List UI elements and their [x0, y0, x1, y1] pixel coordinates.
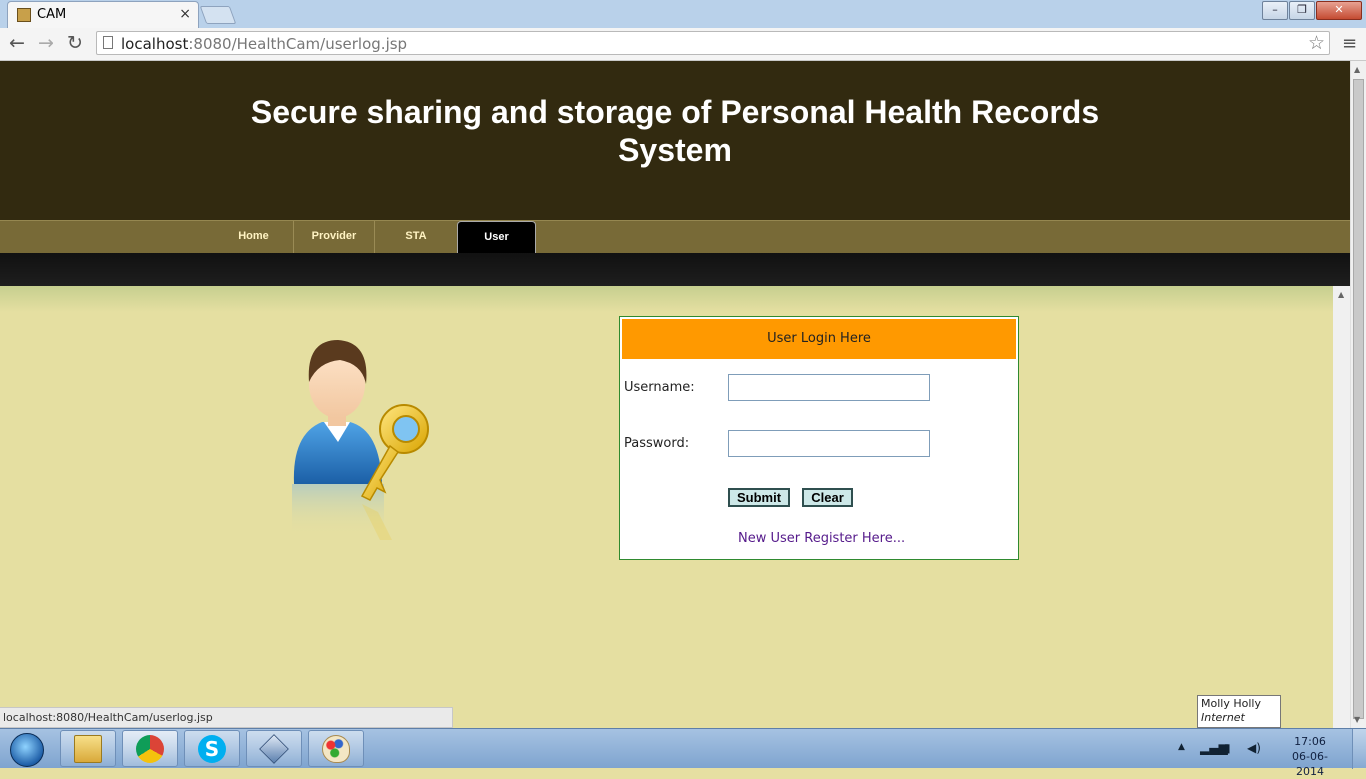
taskbar-skype[interactable]: S — [184, 730, 240, 767]
tooltip-network-name: Molly Holly — [1201, 697, 1261, 710]
url-text: localhost:8080/HealthCam/userlog.jsp — [121, 35, 407, 53]
taskbar-virtualbox[interactable] — [246, 730, 302, 767]
url-path: :8080/HealthCam/userlog.jsp — [188, 35, 408, 53]
maximize-button[interactable]: ❐ — [1289, 1, 1315, 20]
tab-close-icon[interactable]: × — [179, 6, 191, 22]
nav-sta[interactable]: STA — [375, 221, 457, 253]
browser-tab[interactable]: CAM × — [7, 1, 199, 29]
username-label: Username: — [624, 380, 695, 395]
scroll-up-icon[interactable]: ▲ — [1354, 65, 1360, 74]
nav-home[interactable]: Home — [214, 221, 294, 253]
power-icon[interactable]: ▮ — [1224, 741, 1231, 755]
browser-scrollbar[interactable]: ▲ ▼ — [1350, 61, 1366, 728]
scroll-down-icon[interactable]: ▼ — [1354, 715, 1360, 724]
password-label: Password: — [624, 436, 690, 451]
favicon-icon — [17, 8, 31, 22]
address-bar[interactable]: localhost:8080/HealthCam/userlog.jsp ☆ — [96, 31, 1330, 55]
status-bar: localhost:8080/HealthCam/userlog.jsp — [0, 707, 453, 728]
new-tab-button[interactable] — [199, 6, 237, 24]
chrome-icon — [136, 735, 164, 763]
network-tooltip: Molly Holly Internet access — [1197, 695, 1281, 738]
system-clock[interactable]: 17:06 06-06-2014 — [1282, 734, 1338, 779]
taskbar-explorer[interactable] — [60, 730, 116, 767]
browser-toolbar: ← → ↻ localhost:8080/HealthCam/userlog.j… — [0, 28, 1366, 61]
scrollbar-thumb[interactable] — [1353, 79, 1364, 719]
back-arrow-icon[interactable]: ← — [6, 32, 28, 54]
volume-icon[interactable]: ◀) — [1247, 741, 1261, 755]
skype-icon: S — [198, 735, 226, 763]
submit-button[interactable]: Submit — [728, 488, 790, 507]
windows-logo-icon — [10, 733, 44, 767]
minimize-button[interactable]: – — [1262, 1, 1288, 20]
chrome-menu-icon[interactable]: ≡ — [1342, 33, 1357, 54]
frame-scroll-up-icon[interactable]: ▲ — [1338, 290, 1344, 299]
nav-provider[interactable]: Provider — [294, 221, 375, 253]
browser-titlebar: CAM × – ❐ ✕ — [0, 0, 1366, 29]
close-window-button[interactable]: ✕ — [1316, 1, 1362, 20]
login-heading: User Login Here — [622, 319, 1016, 359]
page-title: Secure sharing and storage of Personal H… — [0, 93, 1350, 169]
password-input[interactable] — [728, 430, 930, 457]
frame-scrollbar[interactable]: ▲ — [1333, 286, 1350, 728]
bookmark-star-icon[interactable]: ☆ — [1308, 32, 1325, 54]
nav-user-active[interactable]: User — [457, 221, 536, 253]
tab-title: CAM — [37, 7, 67, 22]
site-header: Secure sharing and storage of Personal H… — [0, 61, 1350, 220]
clear-button[interactable]: Clear — [802, 488, 853, 507]
file-explorer-icon — [74, 735, 102, 763]
page-title-line2: System — [618, 132, 732, 168]
virtualbox-icon — [259, 734, 289, 764]
clock-date: 06-06-2014 — [1292, 750, 1328, 778]
show-hidden-icons[interactable]: ▲ — [1178, 742, 1185, 752]
clock-time: 17:06 — [1294, 735, 1326, 748]
user-key-icon — [292, 340, 429, 540]
paint-icon — [322, 735, 350, 763]
taskbar-paint[interactable] — [308, 730, 364, 767]
page-title-line1: Secure sharing and storage of Personal H… — [250, 94, 1100, 130]
url-host: localhost — [121, 35, 189, 53]
login-panel: User Login Here Username: Password: Subm… — [619, 316, 1019, 560]
nav-underbar — [0, 253, 1350, 287]
show-desktop-button[interactable] — [1352, 729, 1366, 769]
reload-icon[interactable]: ↻ — [64, 32, 86, 54]
username-input[interactable] — [728, 374, 930, 401]
taskbar-chrome[interactable] — [122, 730, 178, 767]
page-icon — [103, 36, 113, 49]
main-nav: Home Provider STA User — [0, 220, 1350, 253]
forward-arrow-icon[interactable]: → — [35, 32, 57, 54]
register-link[interactable]: New User Register Here... — [738, 531, 905, 546]
start-button[interactable] — [4, 731, 50, 767]
windows-taskbar: S ▲ ▂▄▆ ▮ ◀) 17:06 06-06-2014 — [0, 728, 1366, 778]
